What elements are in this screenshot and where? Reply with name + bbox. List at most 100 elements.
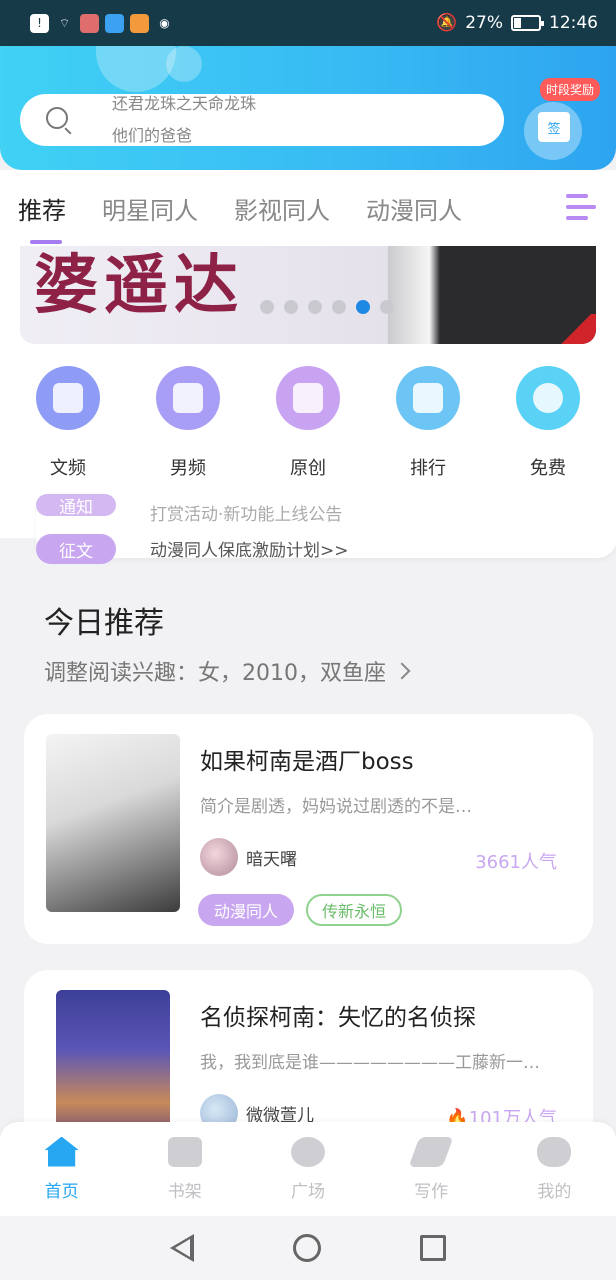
carousel-dot[interactable] (380, 300, 394, 314)
nav-bookshelf[interactable]: 书架 (130, 1136, 240, 1202)
search-app-icon (105, 13, 124, 33)
trophy-icon (396, 366, 460, 430)
system-nav-bar (0, 1216, 616, 1280)
book-author: 暗天曙 (200, 838, 297, 876)
reward-badge: 时段奖励 (540, 78, 601, 101)
icon-glyph (173, 383, 203, 413)
category-tabs: 推荐 明星同人 影视同人 动漫同人 (0, 170, 616, 246)
notice-text[interactable]: 动漫同人保底激励计划>> (150, 536, 349, 561)
category-male[interactable]: 男频 (138, 366, 238, 480)
category-ranking[interactable]: 排行 (378, 366, 478, 480)
menu-icon-bar (566, 205, 596, 209)
bookshelf-icon (167, 1136, 202, 1167)
battery-text: 27% (465, 13, 503, 33)
book-card[interactable]: 如果柯南是酒厂boss 简介是剧透，妈妈说过剧透的不是… 暗天曙 3661人气 … (24, 714, 593, 944)
icon-glyph (53, 383, 83, 413)
decor-bubble (166, 46, 202, 82)
tab-recommend[interactable]: 推荐 (18, 191, 66, 244)
book-cover (46, 734, 180, 912)
home-button-icon[interactable] (292, 1234, 321, 1262)
search-bar[interactable]: 还君龙珠之天命龙珠 他们的爸爸 (20, 94, 504, 146)
status-bar: ! ⌔ ◉ 🔕 27% 12:46 (0, 0, 616, 46)
home-icon (44, 1136, 79, 1167)
tab-anime-fanfic[interactable]: 动漫同人 (366, 191, 462, 226)
shirt-icon (156, 366, 220, 430)
alert-icon: ! (30, 13, 49, 33)
category-grid: 文频 男频 原创 排行 免费 (0, 366, 616, 480)
nav-me[interactable]: 我的 (499, 1136, 609, 1202)
nav-label: 广场 (290, 1181, 325, 1202)
planet-icon (290, 1136, 325, 1167)
coin-icon (516, 366, 580, 430)
book-desc: 我，我到底是谁————————工藤新一… (200, 1053, 540, 1073)
notice-tag: 通知 (36, 494, 116, 518)
tab-film-fanfic[interactable]: 影视同人 (234, 191, 330, 226)
banner-carousel[interactable]: 婆遥达 (20, 246, 596, 344)
bottom-nav: 首页 书架 广场 写作 我的 (0, 1122, 616, 1216)
reward-button[interactable]: 时段奖励 签 (520, 72, 601, 160)
book-tags: 动漫同人 传新永恒 (198, 894, 403, 926)
carousel-dot[interactable] (284, 300, 298, 314)
book-app-icon (80, 13, 99, 33)
popularity: 3661人气 (475, 852, 557, 873)
book-desc: 简介是剧透，妈妈说过剧透的不是… (200, 797, 472, 817)
nav-label: 书架 (167, 1181, 202, 1202)
menu-icon[interactable] (566, 194, 596, 222)
section-title: 今日推荐 (44, 606, 164, 641)
category-label: 原创 (290, 458, 326, 479)
interest-link[interactable]: 调整阅读兴趣：女，2010，双鱼座 (44, 655, 411, 687)
carousel-dot[interactable] (356, 300, 370, 314)
main-top-section: 婆遥达 文频 男频 原创 排行 免费 通知 打赏活动·新功能上线公告 征文 动漫… (0, 246, 616, 564)
banner-stripe (556, 314, 596, 344)
icon-glyph (533, 383, 563, 413)
dress-icon (36, 366, 100, 430)
battery-icon (511, 15, 544, 31)
book-cover (56, 990, 170, 1140)
decor-bubble (96, 46, 176, 92)
book-title: 如果柯南是酒厂boss (200, 749, 414, 775)
book-icon (276, 366, 340, 430)
carousel-dot[interactable] (260, 300, 274, 314)
category-label: 男频 (170, 458, 206, 479)
category-original[interactable]: 原创 (258, 366, 358, 480)
author-name: 暗天曙 (246, 849, 297, 870)
carousel-dot[interactable] (332, 300, 346, 314)
back-icon[interactable] (169, 1234, 194, 1262)
heart-app-icon (130, 13, 149, 33)
nav-label: 首页 (44, 1181, 79, 1202)
clock: 12:46 (549, 13, 598, 33)
status-badge: 传新永恒 (306, 894, 403, 926)
notice-ticker[interactable]: 通知 打赏活动·新功能上线公告 征文 动漫同人保底激励计划>> (36, 494, 616, 564)
mute-icon: 🔕 (436, 13, 458, 33)
category-label: 免费 (530, 458, 566, 479)
category-label: 文频 (50, 458, 86, 479)
recent-apps-icon[interactable] (420, 1235, 447, 1261)
genre-tag[interactable]: 动漫同人 (198, 894, 295, 926)
status-icons-left: ! ⌔ ◉ (30, 13, 174, 33)
category-free[interactable]: 免费 (498, 366, 598, 480)
nav-square[interactable]: 广场 (253, 1136, 363, 1202)
nav-home[interactable]: 首页 (7, 1136, 117, 1202)
chat-bubble-icon (537, 1136, 572, 1167)
icon-glyph (293, 383, 323, 413)
search-ticker: 还君龙珠之天命龙珠 他们的爸爸 (112, 94, 256, 146)
status-icons-right: 🔕 27% 12:46 (436, 13, 598, 33)
nav-write[interactable]: 写作 (376, 1136, 486, 1202)
category-label: 排行 (410, 458, 446, 479)
menu-icon-bar (566, 216, 588, 220)
carousel-dots (260, 300, 394, 314)
notice-text: 打赏活动·新功能上线公告 (150, 505, 343, 525)
interest-text: 调整阅读兴趣：女，2010，双鱼座 (44, 661, 386, 686)
banner-art-text: 婆遥达 (34, 248, 244, 323)
avatar (200, 838, 238, 876)
tab-celebrity-fanfic[interactable]: 明星同人 (102, 191, 198, 226)
notice-tag: 征文 (36, 534, 116, 564)
icon-glyph (413, 383, 443, 413)
nav-label: 我的 (537, 1181, 572, 1202)
menu-icon-bar (566, 194, 588, 198)
nav-label: 写作 (414, 1181, 449, 1202)
wifi-icon: ⌔ (58, 15, 71, 30)
carousel-dot[interactable] (308, 300, 322, 314)
category-female[interactable]: 文频 (18, 366, 118, 480)
search-icon (46, 107, 68, 129)
